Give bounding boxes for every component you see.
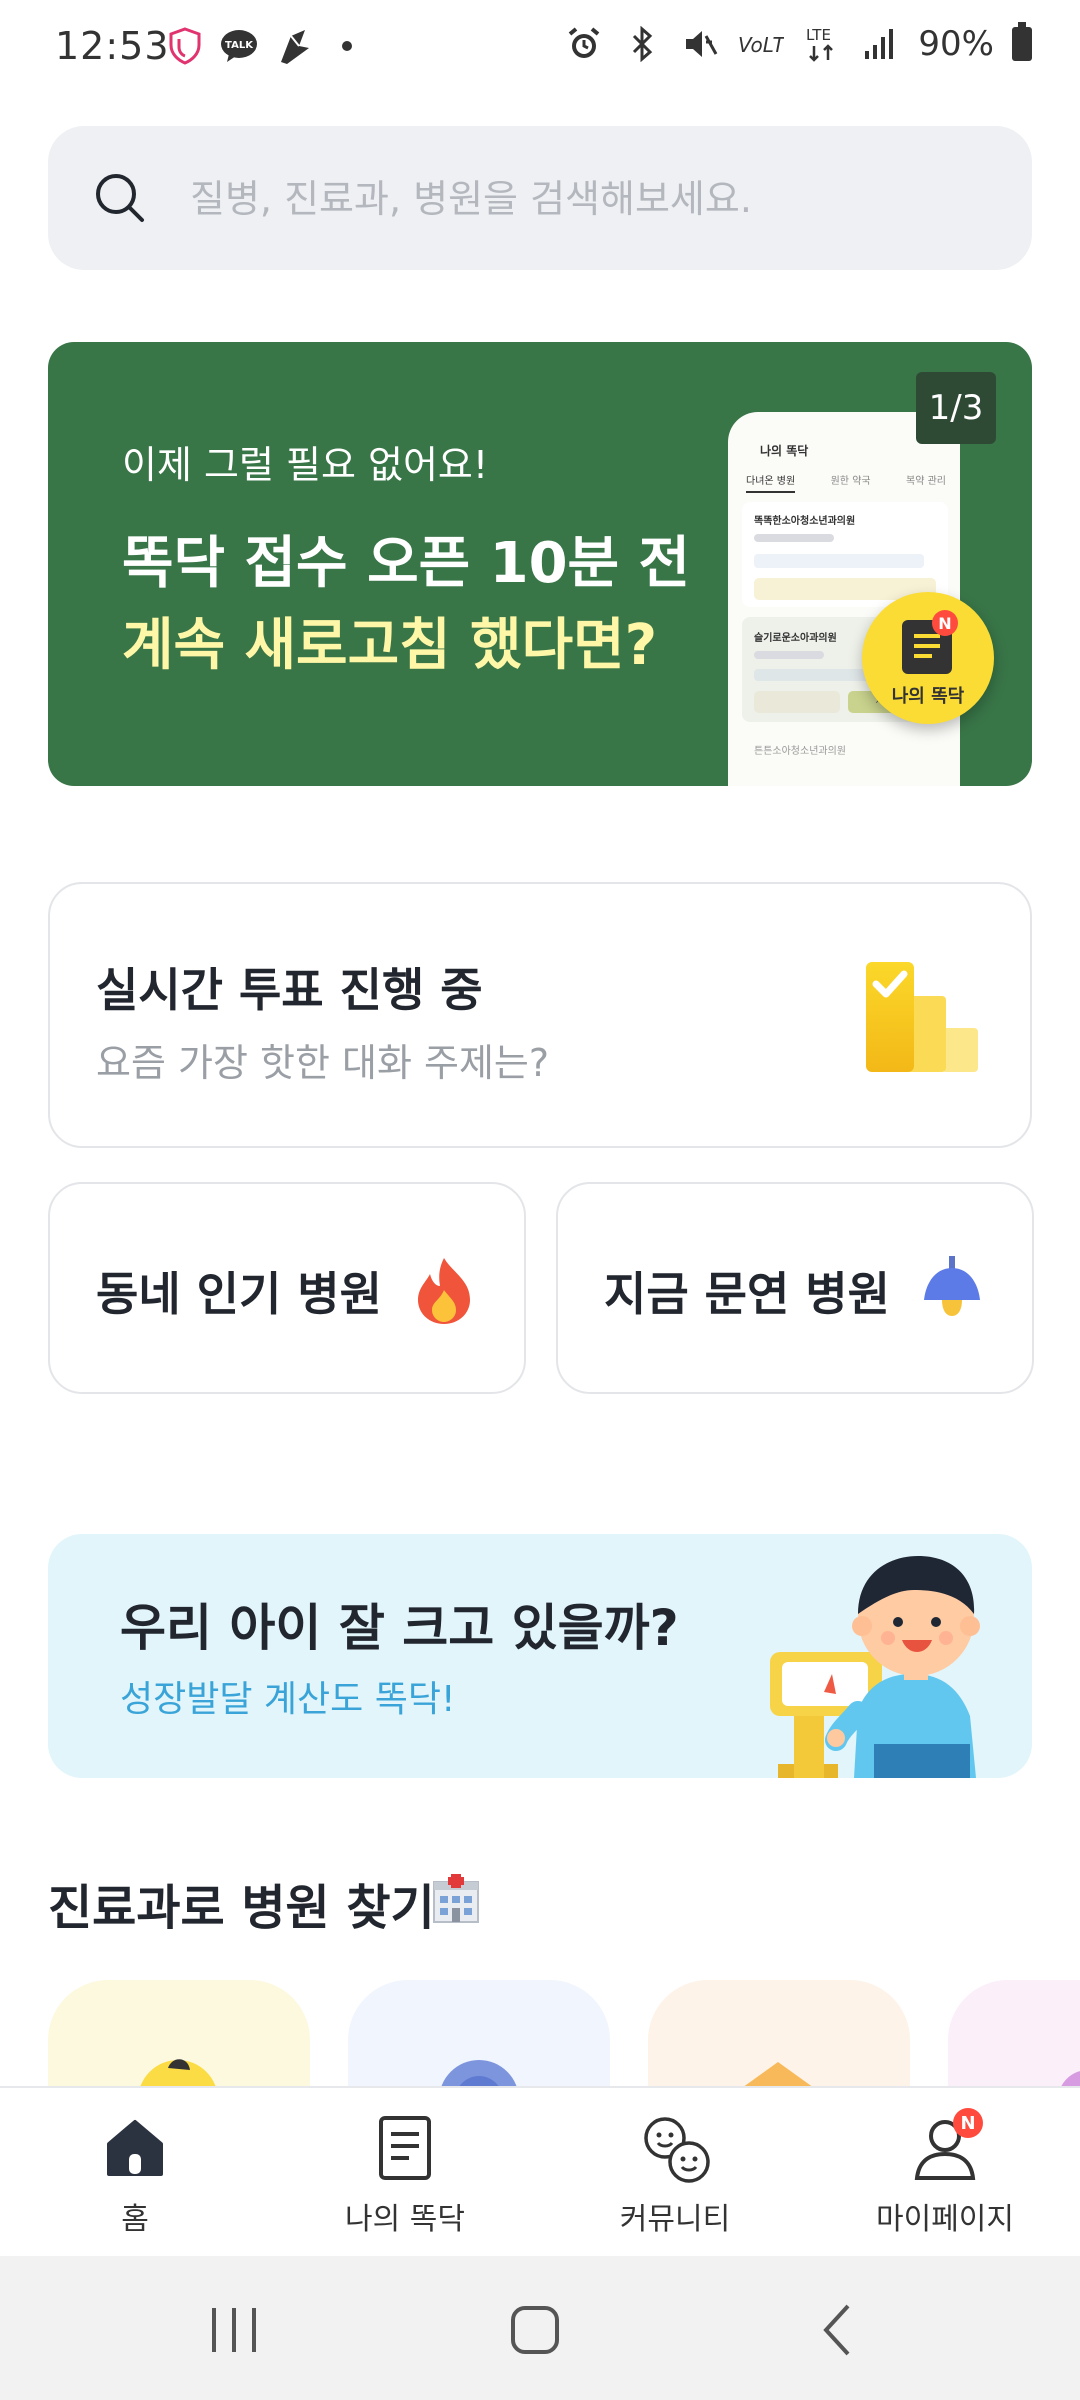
live-vote-card[interactable]: 실시간 투표 진행 중 요즘 가장 핫한 대화 주제는? [48, 882, 1032, 1148]
system-nav-bar [0, 2256, 1080, 2400]
signal-icon [860, 24, 900, 64]
svg-text:TALK: TALK [225, 40, 254, 51]
popular-hospital-label: 동네 인기 병원 [96, 1267, 382, 1321]
lte-icon: LTE [802, 24, 842, 64]
battery-percent: 90% [918, 24, 994, 64]
my-ttokdak-fab: N 나의 똑닥 [862, 592, 994, 724]
growth-banner[interactable]: 우리 아이 잘 크고 있을까? 성장발달 계산도 똑닥! [48, 1534, 1032, 1778]
mock-hospital-name: 똑똑한소아청소년과의원 [754, 516, 856, 527]
status-bar: 12:53 TALK VoLTE LTE [0, 0, 1080, 100]
department-carousel[interactable] [0, 1980, 1080, 2090]
lte-label: LTE [806, 26, 831, 44]
mock-line [754, 554, 924, 568]
popular-hospital-card[interactable]: 동네 인기 병원 [48, 1182, 526, 1394]
fab-label: 나의 똑닥 [891, 686, 965, 707]
growth-subtitle: 성장발달 계산도 똑닥! [120, 1679, 456, 1720]
mock-tabs: 다녀온 병원 원한 약국 복약 관리 [746, 472, 946, 493]
hospital-icon [433, 1874, 479, 1923]
mock-line [754, 651, 824, 659]
status-left-icons: TALK [165, 26, 367, 66]
search-icon [96, 174, 144, 222]
nav-community[interactable]: 커뮤니티 [575, 2114, 775, 2244]
search-bar[interactable] [48, 126, 1032, 270]
banner-title-line2: 계속 새로고침 했다면? [122, 613, 658, 678]
home-icon [101, 2114, 169, 2182]
mock-card: 똑똑한소아청소년과의원 [742, 502, 948, 607]
profile-icon: N [911, 2108, 983, 2182]
department-card[interactable] [648, 1980, 910, 2090]
mock-hospital-name: 튼튼소아청소년과의원 [754, 746, 846, 757]
home-button-icon[interactable] [505, 2302, 565, 2358]
department-card[interactable] [948, 1980, 1080, 2090]
department-section-title: 진료과로 병원 찾기 [48, 1880, 435, 1936]
vote-chart-icon [866, 962, 978, 1072]
mock-title: 나의 똑닥 [760, 444, 809, 458]
department-card[interactable] [48, 1980, 310, 2090]
department-icon [1059, 2071, 1080, 2090]
department-card[interactable] [348, 1980, 610, 2090]
mock-tab: 다녀온 병원 [746, 472, 796, 493]
search-input[interactable] [188, 166, 992, 232]
lamp-icon [924, 1256, 980, 1316]
banner-subtitle: 이제 그럴 필요 없어요! [122, 443, 489, 487]
nav-home[interactable]: 홈 [35, 2114, 235, 2244]
shield-icon [165, 26, 205, 66]
vote-subtitle: 요즘 가장 핫한 대화 주제는? [96, 1041, 550, 1085]
status-right-icons: VoLTE LTE 90% [564, 22, 1032, 64]
promo-banner[interactable]: 이제 그럴 필요 없어요! 똑닥 접수 오픈 10분 전 계속 새로고침 했다면… [48, 342, 1032, 786]
bottom-nav: 홈 나의 똑닥 커뮤니티 N 마이페이지 [0, 2086, 1080, 2258]
nav-label: 홈 [121, 2202, 149, 2237]
document-icon [371, 2114, 439, 2182]
nav-mypage[interactable]: N 마이페이지 [845, 2108, 1045, 2244]
app-icon [273, 26, 313, 66]
recent-apps-icon[interactable] [204, 2302, 264, 2358]
mock-button [754, 691, 840, 713]
fire-icon [418, 1258, 470, 1324]
mock-tab: 원한 약국 [830, 476, 871, 487]
open-hospital-label: 지금 문연 병원 [604, 1267, 890, 1321]
open-hospital-card[interactable]: 지금 문연 병원 [556, 1182, 1034, 1394]
ear-icon [440, 2060, 518, 2090]
nav-my-ttokdak[interactable]: 나의 똑닥 [305, 2114, 505, 2244]
new-badge: N [932, 610, 958, 636]
child-scale-illustration [770, 1556, 980, 1778]
growth-title: 우리 아이 잘 크고 있을까? [120, 1599, 679, 1657]
banner-page-indicator: 1/3 [916, 372, 996, 444]
community-icon [641, 2114, 710, 2183]
mock-line [754, 534, 834, 542]
bluetooth-icon [622, 24, 662, 64]
banner-title-line1: 똑닥 접수 오픈 10분 전 [122, 531, 691, 596]
volte-icon: VoLTE [738, 24, 784, 64]
back-icon[interactable] [810, 2302, 870, 2358]
mock-hospital-name: 슬기로운소아과의원 [754, 633, 837, 644]
baby-icon [139, 2059, 217, 2090]
status-time: 12:53 [55, 24, 170, 68]
nav-label: 커뮤니티 [619, 2202, 731, 2237]
nav-label: 마이페이지 [876, 2202, 1014, 2237]
battery-icon [1012, 22, 1032, 61]
mute-icon [680, 24, 720, 64]
mock-tab: 복약 관리 [906, 476, 946, 487]
alarm-icon [564, 24, 604, 64]
new-badge: N [953, 2108, 983, 2138]
nav-label: 나의 똑닥 [345, 2202, 465, 2237]
vote-title: 실시간 투표 진행 중 [96, 963, 483, 1017]
kakaotalk-icon: TALK [219, 26, 259, 66]
volte-label: VoLTE [738, 33, 784, 57]
dot-icon [327, 26, 367, 66]
